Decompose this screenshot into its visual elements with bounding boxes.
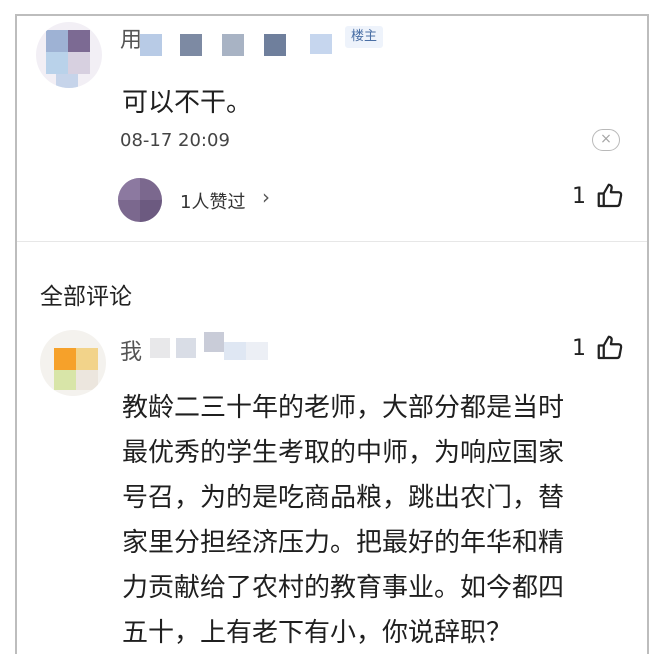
comment-like-count: 1	[572, 336, 586, 361]
liker-avatar[interactable]	[118, 178, 162, 222]
reply-like-count: 1	[572, 184, 586, 209]
comment-line: 教龄二三十年的老师，大部分都是当时	[122, 393, 565, 423]
commenter-avatar[interactable]	[40, 330, 106, 396]
comment-line: 力贡献给了农村的教育事业。如今都四	[122, 573, 565, 603]
chevron-right-icon: ›	[262, 185, 270, 209]
reply-timestamp: 08-17 20:09	[120, 130, 230, 151]
commenter-name-mosaic	[146, 330, 276, 360]
close-button[interactable]: ×	[592, 129, 620, 151]
commenter-username[interactable]: 我	[120, 334, 142, 366]
section-title: 全部评论	[40, 284, 132, 310]
op-avatar[interactable]	[36, 22, 102, 88]
comment-line: 五十，上有老下有小，你说辞职？	[122, 618, 513, 648]
comment-line: 号召，为的是吃商品粮，跳出农门，替	[122, 483, 565, 513]
reply-thumbs-up-icon[interactable]	[595, 181, 625, 211]
section-divider	[17, 241, 647, 242]
comment-thumbs-up-icon[interactable]	[595, 333, 625, 363]
username-mosaic	[140, 30, 340, 56]
op-username[interactable]: 用	[120, 22, 142, 54]
liked-by-text: 1人赞过	[180, 192, 246, 213]
op-badge: 楼主	[345, 26, 384, 48]
comment-line: 家里分担经济压力。把最好的年华和精	[122, 528, 565, 558]
comment-line: 最优秀的学生考取的中师，为响应国家	[122, 438, 565, 468]
reply-text: 可以不干。	[122, 88, 253, 118]
comment-body: 教龄二三十年的老师，大部分都是当时 最优秀的学生考取的中师，为响应国家 号召，为…	[122, 386, 622, 656]
